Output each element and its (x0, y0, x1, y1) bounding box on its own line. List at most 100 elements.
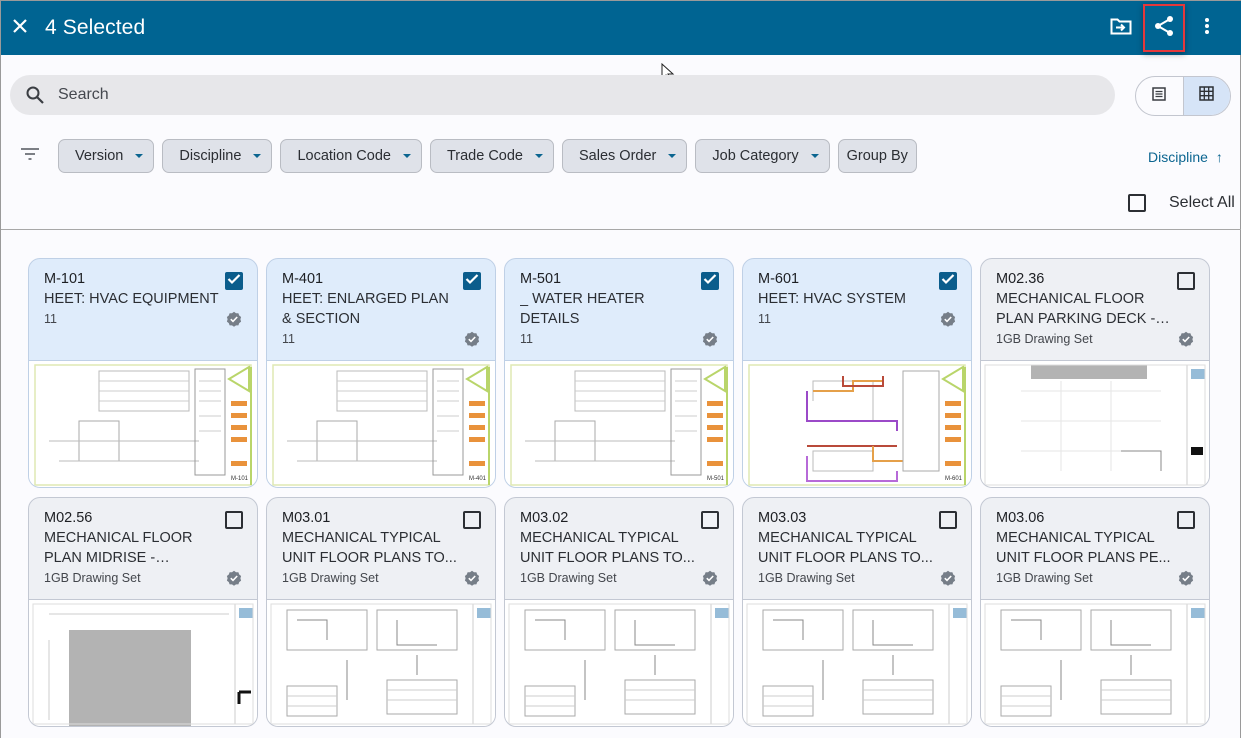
group-by-chip[interactable]: Group By (837, 139, 917, 173)
select-all[interactable]: Select All (1128, 194, 1235, 212)
dropdown-caret-icon (668, 154, 677, 158)
card-checkbox[interactable] (1177, 272, 1195, 290)
dropdown-caret-icon (253, 154, 262, 158)
card-header: M03.03 MECHANICAL TYPICAL UNIT FLOOR PLA… (743, 498, 971, 600)
grid-view-button[interactable] (1182, 77, 1230, 115)
list-icon (1152, 86, 1166, 106)
filter-chip-discipline[interactable]: Discipline (162, 139, 273, 173)
drawing-thumbnail (981, 600, 1209, 726)
drawing-card-m-601[interactable]: M-601 HEET: HVAC SYSTEM 11 M-601 (742, 258, 972, 488)
sheet-subtitle: 1GB Drawing Set (758, 571, 855, 585)
svg-text:M-601: M-601 (945, 476, 963, 482)
sheet-name: MECHANICAL TYPICAL UNIT FLOOR PLANS TO..… (758, 530, 933, 566)
drawing-card-m-401[interactable]: M-401 HEET: ENLARGED PLAN & SECTION 11 M… (266, 258, 496, 488)
divider (1, 229, 1241, 230)
sheet-code: M03.06 (996, 510, 1045, 526)
drawing-card-m03-02[interactable]: M03.02 MECHANICAL TYPICAL UNIT FLOOR PLA… (504, 497, 734, 727)
sheet-code: M02.36 (996, 271, 1045, 287)
share-button[interactable] (1143, 4, 1185, 52)
card-checkbox[interactable] (225, 272, 243, 290)
verified-badge-icon (702, 570, 718, 586)
chip-label: Discipline (179, 148, 242, 164)
close-icon (12, 18, 28, 39)
svg-text:M-101: M-101 (231, 476, 249, 482)
sort-ascending-arrow-icon: ↑ (1215, 149, 1223, 165)
sheet-subtitle: 11 (758, 312, 771, 326)
card-header: M-501 _ WATER HEATER DETAILS 11 (505, 259, 733, 361)
drawing-card-m02-56[interactable]: M02.56 MECHANICAL FLOOR PLAN MIDRISE - R… (28, 497, 258, 727)
filter-chip-trade-code[interactable]: Trade Code (429, 139, 554, 173)
drawing-thumbnail (505, 600, 733, 726)
drawing-card-m03-03[interactable]: M03.03 MECHANICAL TYPICAL UNIT FLOOR PLA… (742, 497, 972, 727)
filter-chip-sales-order[interactable]: Sales Order (562, 139, 688, 173)
verified-badge-icon (702, 331, 718, 347)
app-bar: 4 Selected (1, 1, 1241, 55)
card-checkbox[interactable] (463, 272, 481, 290)
card-checkbox[interactable] (701, 511, 719, 529)
drawing-thumbnail (267, 600, 495, 726)
sheet-subtitle: 1GB Drawing Set (996, 332, 1093, 346)
grid-icon (1199, 86, 1214, 106)
drawing-thumbnail: M-601 (743, 361, 971, 487)
sheet-subtitle: 1GB Drawing Set (282, 571, 379, 585)
drawing-card-m-101[interactable]: M-101 HEET: HVAC EQUIPMENT 11 M-101 (28, 258, 258, 488)
verified-badge-icon (940, 570, 956, 586)
drawing-card-m03-06[interactable]: M03.06 MECHANICAL TYPICAL UNIT FLOOR PLA… (980, 497, 1210, 727)
drawing-thumbnail (743, 600, 971, 726)
drawing-card-m03-01[interactable]: M03.01 MECHANICAL TYPICAL UNIT FLOOR PLA… (266, 497, 496, 727)
card-header: M02.56 MECHANICAL FLOOR PLAN MIDRISE - R… (29, 498, 257, 600)
filter-chip-version[interactable]: Version (58, 139, 155, 173)
more-options-button[interactable] (1187, 5, 1227, 51)
card-checkbox[interactable] (939, 272, 957, 290)
verified-badge-icon (940, 311, 956, 327)
drawing-grid: M-101 HEET: HVAC EQUIPMENT 11 M-101 M-40… (28, 258, 1218, 727)
sheet-name: MECHANICAL TYPICAL UNIT FLOOR PLANS TO..… (520, 530, 695, 566)
drawing-thumbnail (29, 600, 257, 726)
sheet-code: M-101 (44, 271, 86, 287)
sheet-code: M-501 (520, 271, 562, 287)
app-bar-actions (1101, 1, 1227, 55)
sort-by-button[interactable]: Discipline ↑ (1148, 149, 1223, 165)
card-checkbox[interactable] (939, 511, 957, 529)
folder-move-icon (1110, 17, 1132, 40)
checkmark-icon (941, 272, 955, 290)
view-toggle (1135, 76, 1231, 116)
filter-chip-location-code[interactable]: Location Code (280, 139, 422, 173)
verified-badge-icon (464, 570, 480, 586)
drawing-thumbnail: M-101 (29, 361, 257, 487)
drawing-card-m-501[interactable]: M-501 _ WATER HEATER DETAILS 11 M-501 (504, 258, 734, 488)
card-checkbox[interactable] (701, 272, 719, 290)
drawing-thumbnail: M-401 (267, 361, 495, 487)
card-header: M-601 HEET: HVAC SYSTEM 11 (743, 259, 971, 361)
chip-label: Trade Code (446, 148, 523, 164)
verified-badge-icon (226, 570, 242, 586)
card-header: M02.36 MECHANICAL FLOOR PLAN PARKING DEC… (981, 259, 1209, 361)
sheet-code: M03.02 (520, 510, 569, 526)
dropdown-caret-icon (810, 154, 819, 158)
filter-button[interactable] (1, 139, 58, 173)
sheet-name: MECHANICAL FLOOR PLAN PARKING DECK - ... (996, 291, 1156, 327)
sheet-subtitle: 1GB Drawing Set (520, 571, 617, 585)
search-input[interactable] (58, 86, 958, 104)
card-checkbox[interactable] (225, 511, 243, 529)
chip-label: Job Category (712, 148, 799, 164)
selection-count-title: 4 Selected (45, 16, 146, 39)
sheet-name: MECHANICAL FLOOR PLAN MIDRISE - ROOFP... (44, 530, 193, 566)
drawing-card-m02-36[interactable]: M02.36 MECHANICAL FLOOR PLAN PARKING DEC… (980, 258, 1210, 488)
filter-chip-job-category[interactable]: Job Category (695, 139, 830, 173)
dropdown-caret-icon (135, 154, 144, 158)
close-selection-button[interactable] (1, 1, 39, 55)
card-checkbox[interactable] (463, 511, 481, 529)
select-all-label: Select All (1169, 194, 1235, 211)
chip-label: Sales Order (579, 148, 657, 164)
sheet-code: M03.01 (282, 510, 331, 526)
list-view-button[interactable] (1136, 77, 1183, 115)
search-bar (10, 75, 1115, 115)
svg-text:M-501: M-501 (707, 476, 725, 482)
select-all-checkbox[interactable] (1128, 194, 1146, 212)
sheet-name: MECHANICAL TYPICAL UNIT FLOOR PLANS PE..… (996, 530, 1171, 566)
checkmark-icon (703, 272, 717, 290)
share-icon (1153, 15, 1175, 42)
card-checkbox[interactable] (1177, 511, 1195, 529)
move-to-folder-button[interactable] (1101, 5, 1141, 51)
